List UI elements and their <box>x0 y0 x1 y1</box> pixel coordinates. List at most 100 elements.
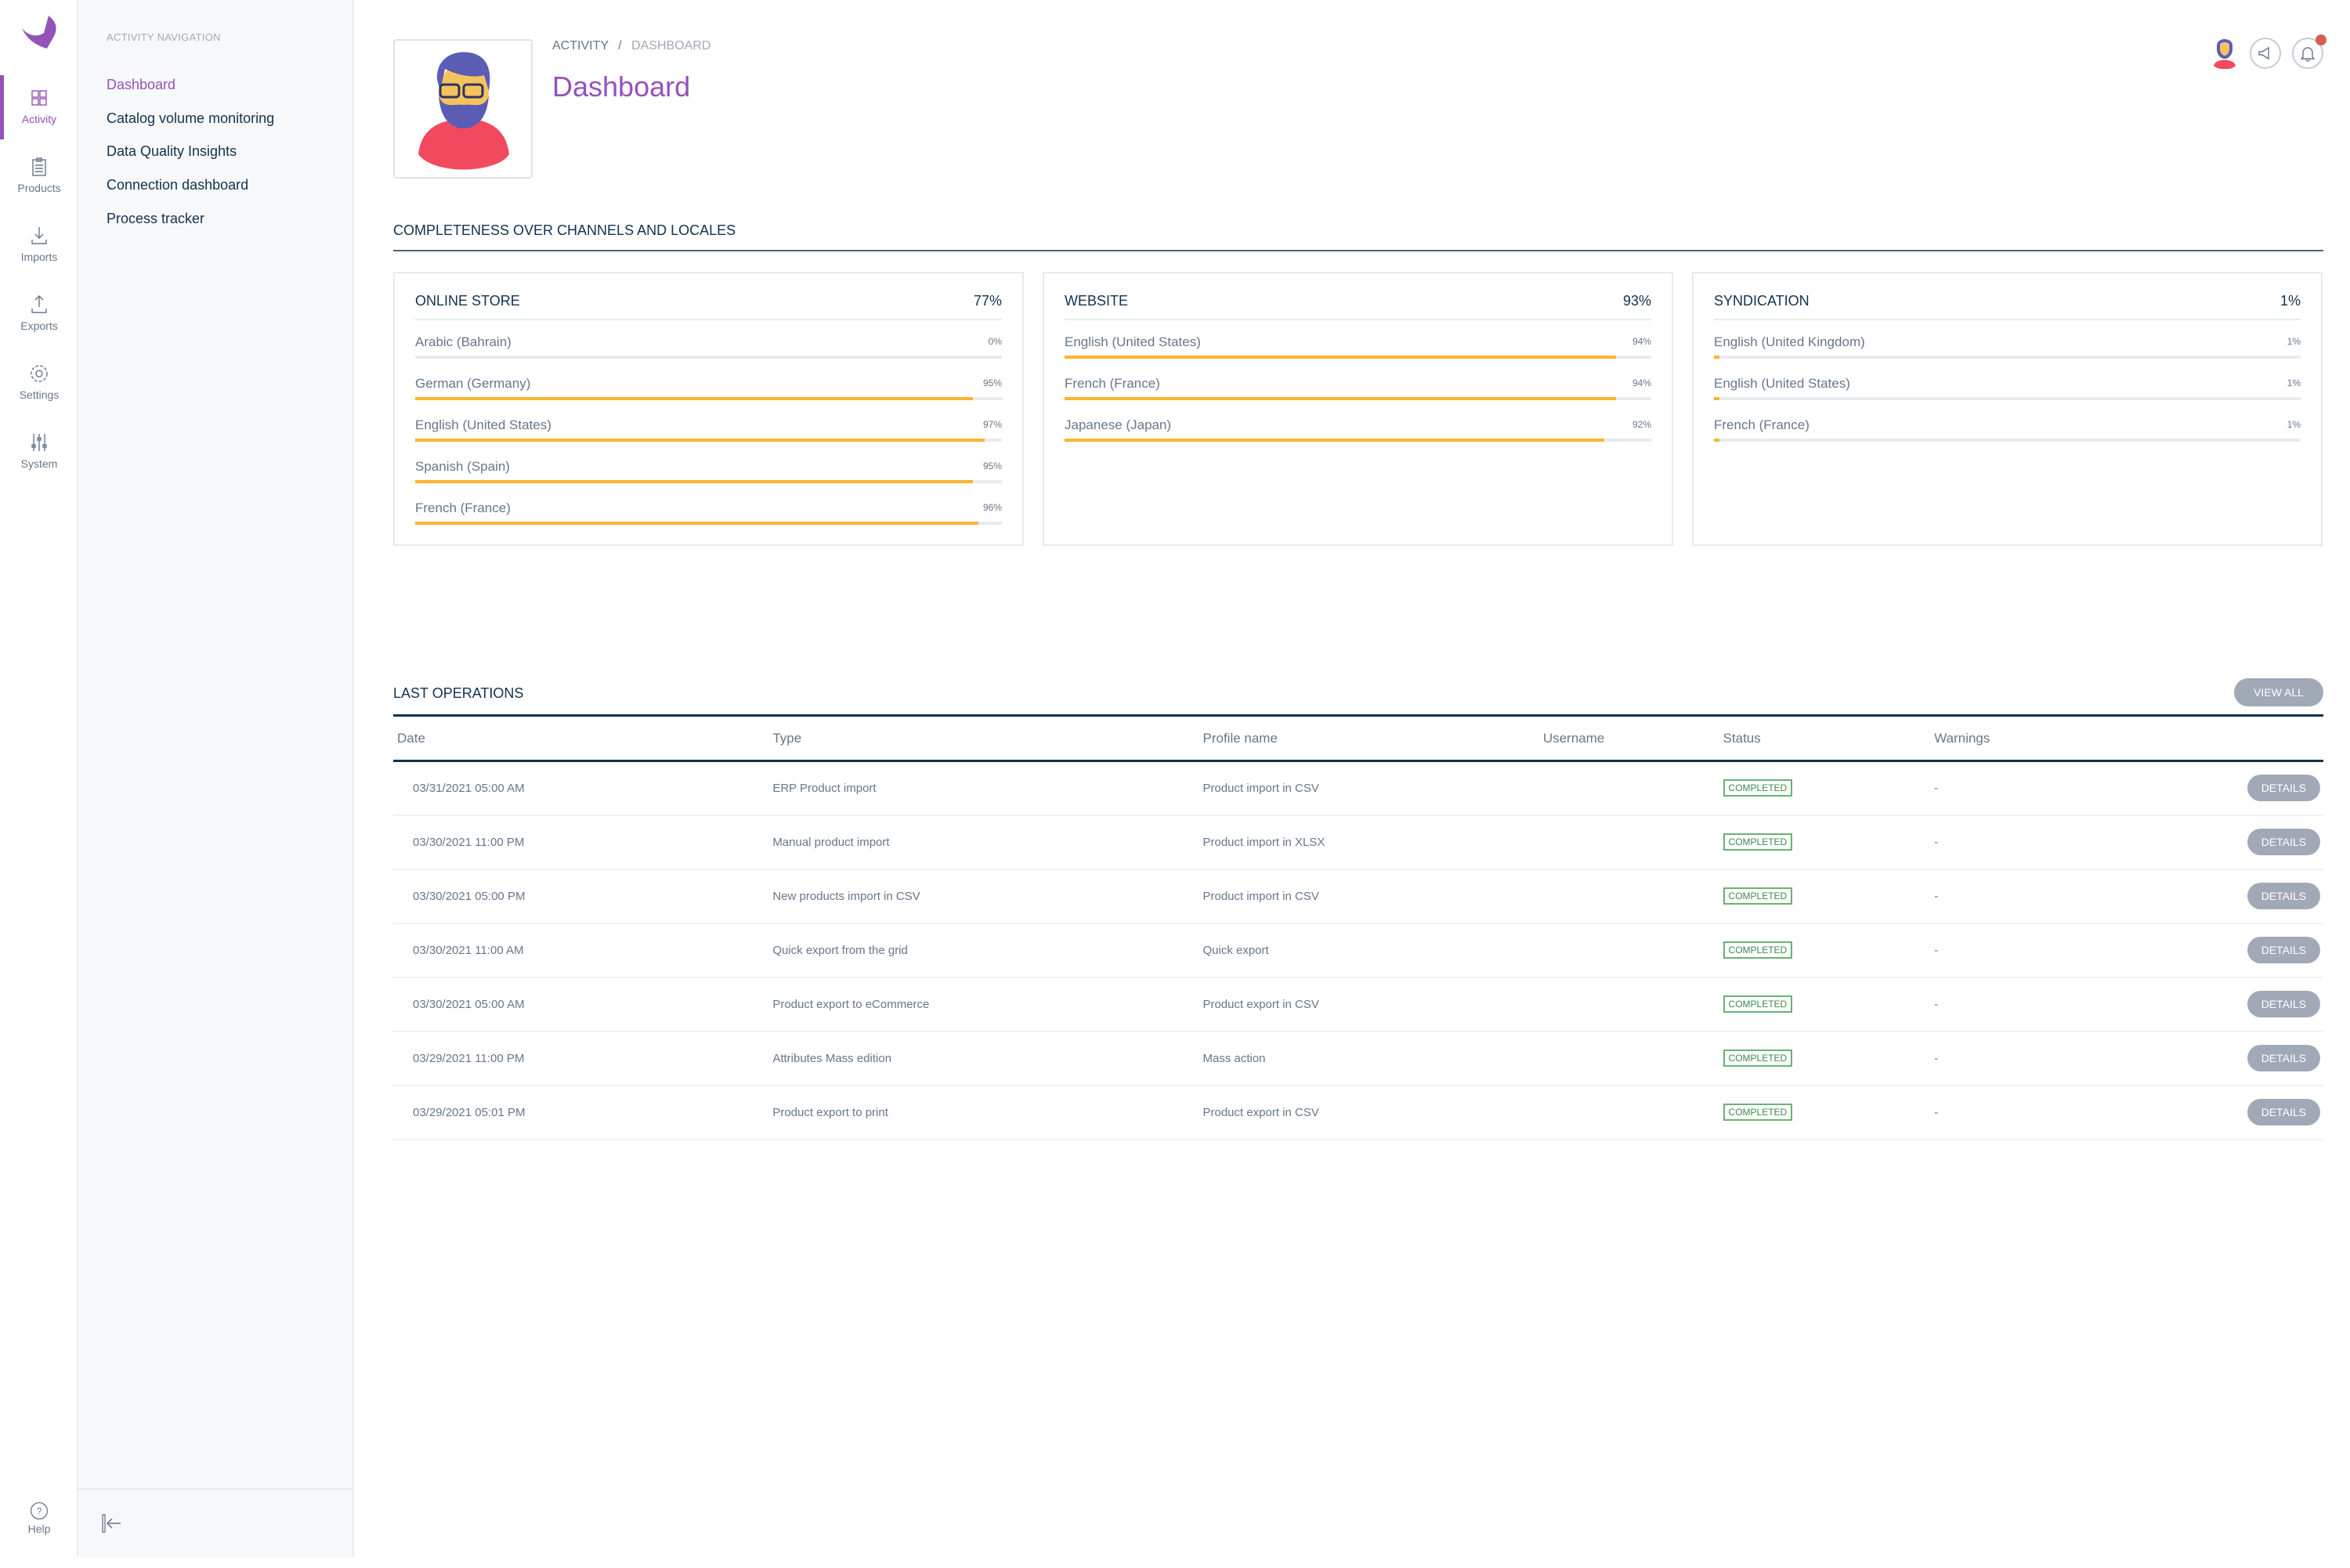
help-icon: ? <box>30 1501 49 1520</box>
cell-type: Manual product import <box>768 815 1199 870</box>
completeness-bar-fill <box>415 397 973 400</box>
details-button[interactable]: DETAILS <box>2247 991 2320 1017</box>
completeness-bar <box>415 522 1002 525</box>
table-row: 03/30/2021 05:00 AM Product export to eCo… <box>393 977 2323 1032</box>
locale-name: English (United States) <box>1714 376 1850 391</box>
channel-percent: 77% <box>973 293 1002 309</box>
cell-status: COMPLETED <box>1719 869 1931 924</box>
column-header-actions <box>2243 715 2323 762</box>
details-button[interactable]: DETAILS <box>2247 829 2320 855</box>
details-button[interactable]: DETAILS <box>2247 1099 2320 1125</box>
column-header-username[interactable]: Username <box>1538 715 1719 762</box>
nav-item-data-quality-insights[interactable]: Data Quality Insights <box>107 143 237 160</box>
announcements-button[interactable] <box>2250 38 2281 69</box>
cell-type: Product export to print <box>768 1085 1199 1140</box>
details-button[interactable]: DETAILS <box>2247 775 2320 802</box>
completeness-title: COMPLETENESS OVER CHANNELS AND LOCALES <box>393 222 736 238</box>
cell-type: Attributes Mass edition <box>768 1031 1199 1086</box>
completeness-bar <box>1065 356 1651 359</box>
breadcrumb: ACTIVITY / DASHBOARD <box>552 39 710 53</box>
cell-type: ERP Product import <box>768 761 1199 816</box>
rail-item-label: Settings <box>19 388 60 401</box>
column-header-date[interactable]: Date <box>393 715 769 762</box>
rail-item-products[interactable]: Products <box>0 147 78 216</box>
cell-actions: DETAILS <box>2243 977 2323 1032</box>
cell-status: COMPLETED <box>1719 1031 1931 1086</box>
details-button[interactable]: DETAILS <box>2247 937 2320 963</box>
view-all-button[interactable]: VIEW ALL <box>2234 678 2323 706</box>
completeness-bar <box>415 356 1002 359</box>
channel-name: WEBSITE <box>1065 293 1129 309</box>
cell-username <box>1538 977 1719 1032</box>
main-content: ACTIVITY / DASHBOARD Dashboard COMPLETEN… <box>354 0 2350 1557</box>
details-button[interactable]: DETAILS <box>2247 883 2320 909</box>
channel-header: WEBSITE 93% <box>1065 273 1651 320</box>
import-icon <box>31 227 47 244</box>
rail-item-label: Imports <box>20 251 58 263</box>
nav-item-dashboard[interactable]: Dashboard <box>107 77 175 93</box>
locale-name: Japanese (Japan) <box>1065 417 1172 432</box>
column-header-type[interactable]: Type <box>768 715 1199 762</box>
completeness-bar-fill <box>1065 397 1617 400</box>
column-header-profile-name[interactable]: Profile name <box>1198 715 1539 762</box>
locale-row: German (Germany) 95% <box>415 362 1002 403</box>
locale-row: English (United States) 94% <box>1065 320 1651 362</box>
locale-row: English (United States) 97% <box>415 403 1002 445</box>
rail-item-activity[interactable]: Activity <box>0 75 78 147</box>
completeness-bar-fill <box>1714 439 1720 442</box>
locale-name: Spanish (Spain) <box>415 459 510 474</box>
rail-item-exports[interactable]: Exports <box>0 285 78 354</box>
rail-item-system[interactable]: System <box>0 423 78 492</box>
rail-item-imports[interactable]: Imports <box>0 216 78 285</box>
locale-row: French (France) 94% <box>1065 362 1651 403</box>
channel-header: ONLINE STORE 77% <box>415 273 1002 320</box>
cell-profile: Product export in CSV <box>1198 1085 1539 1140</box>
rail-item-label: System <box>20 457 58 470</box>
status-badge: COMPLETED <box>1723 1104 1793 1121</box>
locale-row: French (France) 96% <box>415 486 1002 528</box>
completeness-bar <box>1714 356 2301 359</box>
locale-row: Arabic (Bahrain) 0% <box>415 320 1002 362</box>
column-header-warnings[interactable]: Warnings <box>1930 715 2243 762</box>
locale-percent: 1% <box>2287 419 2301 430</box>
nav-title: ACTIVITY NAVIGATION <box>107 31 221 43</box>
locale-percent: 95% <box>982 378 1002 388</box>
nav-item-process-tracker[interactable]: Process tracker <box>107 211 204 227</box>
notifications-button[interactable] <box>2292 34 2326 69</box>
cell-warnings: - <box>1930 923 2243 978</box>
breadcrumb-activity[interactable]: ACTIVITY <box>552 39 609 52</box>
locale-name: French (France) <box>1714 417 1810 432</box>
cell-status: COMPLETED <box>1719 761 1931 816</box>
cell-status: COMPLETED <box>1719 977 1931 1032</box>
nav-item-catalog-volume-monitoring[interactable]: Catalog volume monitoring <box>107 110 274 127</box>
column-header-status[interactable]: Status <box>1719 715 1931 762</box>
cell-profile: Product import in CSV <box>1198 869 1539 924</box>
completeness-bar-fill <box>415 439 985 442</box>
gear-icon <box>31 365 48 382</box>
channel-card: SYNDICATION 1% English (United Kingdom) 1% E… <box>1692 272 2323 546</box>
table-row: 03/30/2021 05:00 PM New products import i… <box>393 869 2323 924</box>
collapse-panel-icon[interactable] <box>100 1512 124 1535</box>
operations-table: Date Type Profile name Username Status Warnin… <box>393 714 2323 1140</box>
table-row: 03/31/2021 05:00 AM ERP Product import Pro… <box>393 761 2323 816</box>
status-badge: COMPLETED <box>1723 995 1793 1013</box>
table-row: 03/30/2021 11:00 AM Quick export from the… <box>393 923 2323 978</box>
rail-item-help[interactable]: ? Help <box>0 1499 78 1568</box>
cell-actions: DETAILS <box>2243 1031 2323 1086</box>
cell-actions: DETAILS <box>2243 815 2323 870</box>
svg-text:?: ? <box>37 1505 42 1516</box>
akeneo-logo[interactable] <box>20 14 58 50</box>
user-avatar-icon[interactable] <box>2211 38 2239 69</box>
cell-actions: DETAILS <box>2243 761 2323 816</box>
locale-name: French (France) <box>1065 376 1160 391</box>
breadcrumb-dashboard: DASHBOARD <box>631 39 711 52</box>
rail-item-settings[interactable]: Settings <box>0 354 78 423</box>
page-title: Dashboard <box>552 70 691 103</box>
breadcrumb-separator: / <box>618 39 622 52</box>
cell-status: COMPLETED <box>1719 923 1931 978</box>
details-button[interactable]: DETAILS <box>2247 1045 2320 1071</box>
channel-percent: 1% <box>2280 293 2301 309</box>
nav-item-connection-dashboard[interactable]: Connection dashboard <box>107 177 248 193</box>
cell-date: 03/31/2021 05:00 AM <box>393 761 769 816</box>
locale-name: German (Germany) <box>415 376 531 391</box>
